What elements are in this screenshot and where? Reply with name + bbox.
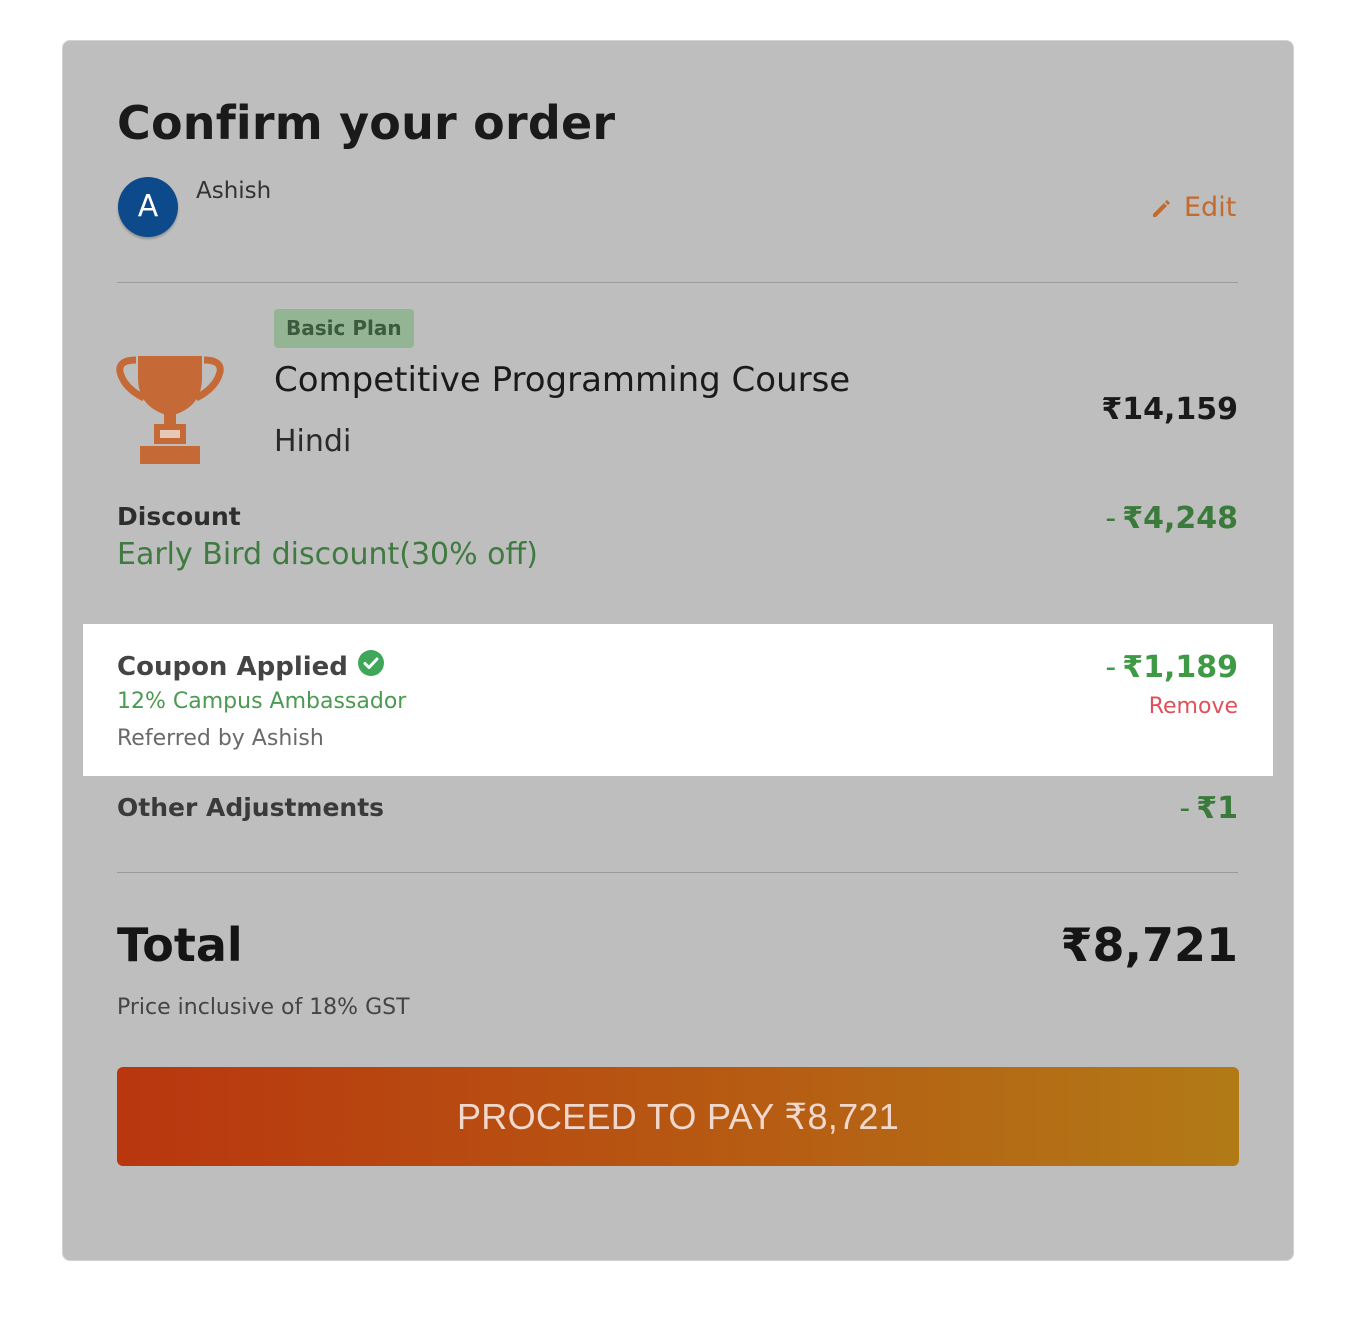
total-amount: ₹8,721 (1060, 918, 1238, 972)
other-adjustments-amount: - ₹1 (1179, 791, 1238, 826)
plan-badge: Basic Plan (274, 309, 414, 348)
course-name: Competitive Programming Course (274, 360, 851, 400)
other-adjustments-sign: - (1179, 791, 1191, 826)
discount-description: Early Bird discount(30% off) (117, 537, 538, 572)
other-adjustments-label: Other Adjustments (117, 793, 385, 822)
coupon-value: ₹1,189 (1122, 650, 1238, 685)
coupon-label-text: Coupon Applied (117, 651, 348, 682)
discount-label: Discount (117, 502, 241, 531)
page-title: Confirm your order (117, 96, 616, 150)
avatar: A (118, 177, 178, 237)
coupon-sign: - (1105, 650, 1117, 685)
discount-amount: - ₹4,248 (1105, 501, 1238, 536)
coupon-applied-label: Coupon Applied (117, 650, 384, 683)
trophy-icon (114, 354, 226, 472)
course-language: Hindi (274, 424, 352, 459)
user-name: Ashish (196, 178, 272, 204)
edit-label: Edit (1184, 192, 1237, 223)
coupon-amount: - ₹1,189 (1105, 650, 1238, 685)
discount-value: ₹4,248 (1122, 501, 1238, 536)
pencil-icon (1150, 197, 1172, 219)
divider (117, 872, 1238, 873)
check-circle-icon (357, 650, 384, 683)
coupon-referral: Referred by Ashish (117, 726, 324, 751)
discount-sign: - (1105, 501, 1117, 536)
total-label: Total (117, 918, 243, 972)
divider (117, 282, 1238, 283)
proceed-to-pay-button[interactable]: PROCEED TO PAY ₹8,721 (117, 1067, 1239, 1166)
other-adjustments-value: ₹1 (1196, 791, 1238, 826)
coupon-code: 12% Campus Ambassador (117, 689, 407, 714)
edit-button[interactable]: Edit (1150, 192, 1236, 223)
gst-note: Price inclusive of 18% GST (117, 995, 410, 1020)
remove-coupon-button[interactable]: Remove (1149, 694, 1238, 719)
course-price: ₹14,159 (1101, 392, 1238, 427)
